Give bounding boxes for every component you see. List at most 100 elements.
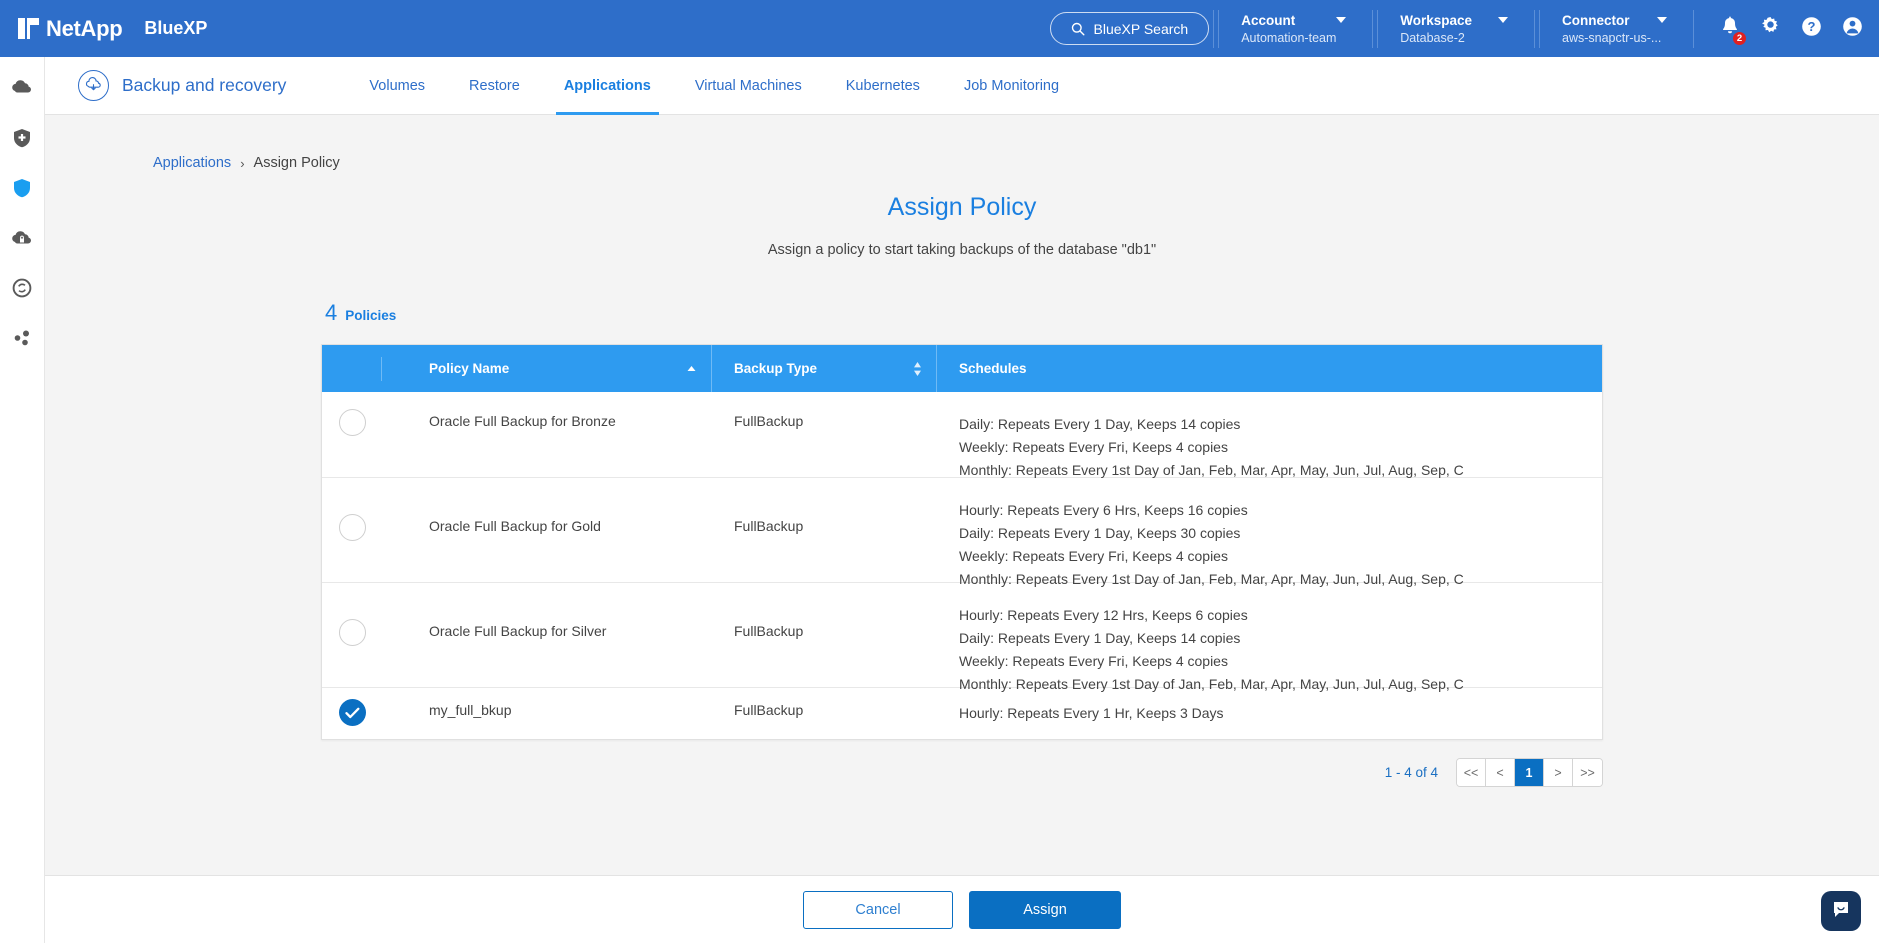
account-selector-label: Account [1241, 13, 1295, 28]
sidebar-item-canvas[interactable] [9, 77, 35, 103]
column-header-schedules[interactable]: Schedules [937, 345, 1602, 392]
service-tab-list: Volumes Restore Applications Virtual Mac… [347, 57, 1081, 115]
table-row[interactable]: my_full_bkup FullBackup Hourly: Repeats … [322, 688, 1602, 739]
schedule-line: Hourly: Repeats Every 6 Hrs, Keeps 16 co… [959, 499, 1602, 522]
governance-icon [10, 226, 34, 255]
tab-applications-label: Applications [564, 78, 651, 94]
pagination-range: 1 - 4 of 4 [1385, 765, 1438, 780]
notification-count-badge: 2 [1732, 31, 1747, 46]
column-header-policy-name-label: Policy Name [429, 361, 509, 376]
sidebar-item-governance[interactable] [9, 227, 35, 253]
policy-count-label: Policies [345, 308, 396, 323]
schedule-line: Weekly: Repeats Every Fri, Keeps 4 copie… [959, 436, 1602, 459]
settings-gear-icon [1760, 16, 1781, 42]
cell-policy-name: my_full_bkup [382, 688, 712, 718]
policy-radio-selected[interactable] [339, 699, 366, 726]
chevron-down-icon [1336, 17, 1346, 23]
user-account-button[interactable] [1842, 16, 1863, 42]
header-divider-1 [1213, 10, 1214, 48]
sort-ascending-icon [686, 361, 697, 376]
service-title: Backup and recovery [78, 70, 286, 101]
health-icon [10, 126, 34, 155]
cancel-button[interactable]: Cancel [803, 891, 953, 929]
breadcrumb-current: Assign Policy [254, 155, 340, 171]
bluexp-wordmark: BlueXP [144, 18, 207, 39]
netapp-logo[interactable]: NetApp [18, 16, 122, 42]
assign-button[interactable]: Assign [969, 891, 1121, 929]
tab-virtual-machines-label: Virtual Machines [695, 78, 802, 94]
service-navigation-bar: Backup and recovery Volumes Restore Appl… [45, 57, 1879, 115]
tab-volumes[interactable]: Volumes [347, 57, 447, 115]
tab-restore[interactable]: Restore [447, 57, 542, 115]
pagination-page-1-button[interactable]: 1 [1515, 759, 1544, 786]
tab-restore-label: Restore [469, 78, 520, 94]
schedule-line: Hourly: Repeats Every 1 Hr, Keeps 3 Days [959, 702, 1602, 725]
policy-radio-unselected[interactable] [339, 514, 366, 541]
header-divider-3 [1534, 10, 1535, 48]
column-header-backup-type[interactable]: Backup Type [712, 345, 937, 392]
pagination-next-button[interactable]: > [1544, 759, 1573, 786]
cell-schedules: Daily: Repeats Every 1 Day, Keeps 14 cop… [937, 392, 1602, 482]
main-content: Applications › Assign Policy Assign Poli… [45, 115, 1879, 875]
tab-applications[interactable]: Applications [542, 57, 673, 115]
row-select-cell [322, 392, 382, 436]
pagination-last-button[interactable]: >> [1573, 759, 1602, 786]
table-row[interactable]: Oracle Full Backup for Gold FullBackup H… [322, 478, 1602, 583]
policies-table: Policy Name Backup Type Schedules O [321, 344, 1603, 740]
bluexp-search-label: BlueXP Search [1094, 21, 1189, 37]
help-button[interactable]: ? [1801, 16, 1822, 42]
brand-area[interactable]: NetApp BlueXP [0, 16, 207, 42]
connector-selector[interactable]: Connector aws-snapctr-us-... [1539, 10, 1689, 48]
sidebar-item-extensions[interactable] [9, 327, 35, 353]
pagination-buttons: << < 1 > >> [1456, 758, 1603, 787]
tab-volumes-label: Volumes [369, 78, 425, 94]
tab-virtual-machines[interactable]: Virtual Machines [673, 57, 824, 115]
cell-schedules: Hourly: Repeats Every 12 Hrs, Keeps 6 co… [937, 583, 1602, 696]
workspace-selector[interactable]: Workspace Database-2 [1377, 10, 1530, 48]
row-select-cell [322, 583, 382, 646]
notification-bell-button[interactable]: 2 [1720, 16, 1740, 42]
pagination-first-button[interactable]: << [1457, 759, 1486, 786]
account-selector[interactable]: Account Automation-team [1218, 10, 1368, 48]
protection-shield-icon [10, 176, 34, 205]
netapp-logo-icon [18, 18, 39, 39]
table-row[interactable]: Oracle Full Backup for Bronze FullBackup… [322, 392, 1602, 478]
pagination-prev-button[interactable]: < [1486, 759, 1515, 786]
tab-job-monitoring[interactable]: Job Monitoring [942, 57, 1081, 115]
settings-button[interactable] [1760, 16, 1781, 42]
schedule-line: Weekly: Repeats Every Fri, Keeps 4 copie… [959, 650, 1602, 673]
column-header-policy-name[interactable]: Policy Name [382, 345, 712, 392]
left-service-rail [0, 57, 45, 943]
header-divider-2 [1372, 10, 1373, 48]
policy-radio-unselected[interactable] [339, 409, 366, 436]
service-name-label: Backup and recovery [122, 75, 286, 96]
sidebar-item-protection[interactable] [9, 177, 35, 203]
workspace-selector-value: Database-2 [1400, 31, 1508, 45]
policy-count: 4 Policies [325, 300, 1879, 326]
bluexp-search-button[interactable]: BlueXP Search [1050, 12, 1210, 45]
help-question-icon: ? [1801, 16, 1822, 42]
account-selector-value: Automation-team [1241, 31, 1346, 45]
header-icon-group: 2 ? [1720, 16, 1863, 42]
sort-none-icon [913, 362, 922, 376]
tab-kubernetes[interactable]: Kubernetes [824, 57, 942, 115]
page-subtitle: Assign a policy to start taking backups … [45, 242, 1879, 258]
action-footer: Cancel Assign [45, 875, 1879, 943]
sidebar-item-health[interactable] [9, 127, 35, 153]
schedule-line: Daily: Repeats Every 1 Day, Keeps 14 cop… [959, 627, 1602, 650]
workspace-selector-label: Workspace [1400, 13, 1472, 28]
cell-backup-type: FullBackup [712, 688, 937, 718]
chevron-down-icon [1657, 17, 1667, 23]
breadcrumb-applications-link[interactable]: Applications [153, 155, 231, 171]
policy-radio-unselected[interactable] [339, 619, 366, 646]
chat-support-button[interactable] [1821, 891, 1861, 931]
cell-backup-type: FullBackup [712, 392, 937, 429]
sidebar-item-mobility[interactable] [9, 277, 35, 303]
svg-text:?: ? [1808, 19, 1816, 34]
cell-policy-name: Oracle Full Backup for Silver [382, 583, 712, 639]
table-row[interactable]: Oracle Full Backup for Silver FullBackup… [322, 583, 1602, 688]
column-header-backup-type-label: Backup Type [734, 361, 817, 376]
connector-selector-value: aws-snapctr-us-... [1562, 31, 1667, 45]
pagination: 1 - 4 of 4 << < 1 > >> [321, 758, 1603, 787]
cell-schedules: Hourly: Repeats Every 6 Hrs, Keeps 16 co… [937, 478, 1602, 591]
